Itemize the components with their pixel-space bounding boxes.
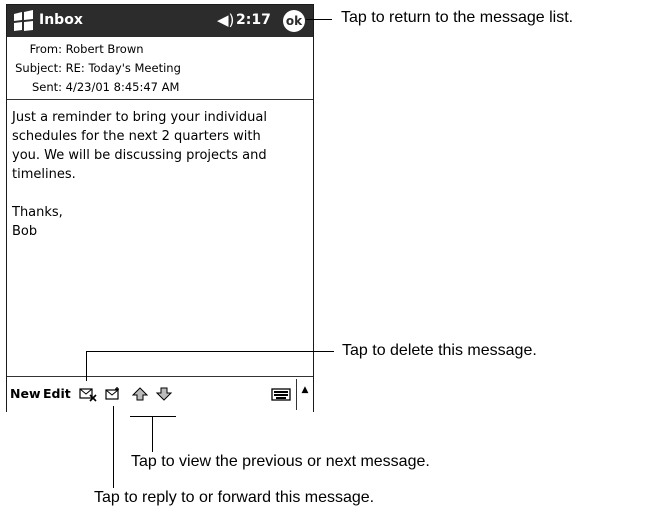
message-body[interactable]: Just a reminder to bring your individual…	[12, 108, 308, 241]
delete-callout-vline	[86, 351, 87, 381]
new-menu[interactable]: New	[10, 386, 41, 401]
delete-icon[interactable]	[79, 386, 97, 402]
from-row: From: Robert Brown	[7, 40, 313, 59]
sent-value: 4/23/01 8:45:47 AM	[65, 80, 180, 94]
subject-row: Subject: RE: Today's Meeting	[7, 59, 313, 78]
message-header: From: Robert Brown Subject: RE: Today's …	[7, 40, 313, 97]
from-value: Robert Brown	[65, 42, 144, 56]
header-divider	[7, 99, 313, 100]
edit-menu[interactable]: Edit	[43, 386, 71, 401]
title-bar: Inbox ◀︎) 2:17 ok	[7, 5, 313, 37]
reply-forward-icon[interactable]	[105, 386, 123, 402]
sent-row: Sent: 4/23/01 8:45:47 AM	[7, 78, 313, 97]
speaker-icon[interactable]: ◀︎)	[217, 11, 234, 29]
prev-next-callout: Tap to view the previous or next message…	[131, 453, 430, 470]
previous-message-icon[interactable]	[131, 386, 149, 402]
sent-label: Sent:	[31, 80, 62, 94]
ok-callout: Tap to return to the message list.	[341, 9, 574, 26]
prev-next-callout-line	[152, 416, 153, 452]
reply-callout: Tap to reply to or forward this message.	[94, 489, 375, 506]
app-title: Inbox	[39, 12, 83, 28]
ok-callout-line	[306, 19, 332, 20]
next-message-icon[interactable]	[155, 386, 173, 402]
prev-next-bracket	[130, 416, 176, 417]
reply-callout-line	[113, 406, 114, 488]
windows-flag-icon[interactable]	[11, 9, 37, 33]
delete-callout: Tap to delete this message.	[342, 342, 537, 359]
clock: 2:17	[236, 12, 271, 28]
keyboard-icon[interactable]	[271, 386, 291, 402]
command-bar: New Edit ▲	[7, 376, 313, 412]
from-label: From:	[29, 42, 62, 56]
ok-button[interactable]: ok	[283, 10, 305, 32]
subject-value: RE: Today's Meeting	[65, 61, 181, 75]
subject-label: Subject:	[15, 61, 62, 75]
scroll-up-icon[interactable]: ▲	[296, 379, 313, 410]
delete-callout-hline	[86, 351, 334, 352]
